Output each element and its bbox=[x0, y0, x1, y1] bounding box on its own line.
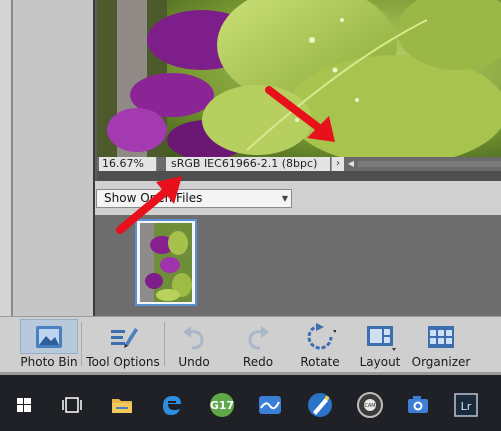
folder-icon bbox=[112, 399, 132, 413]
side-panel bbox=[13, 0, 93, 316]
organizer-label: Organizer bbox=[411, 355, 471, 369]
photo-bin-label: Photo Bin bbox=[20, 355, 78, 369]
toolbar-separator bbox=[164, 322, 165, 366]
tool-options-label: Tool Options bbox=[86, 355, 160, 369]
cam-app-button[interactable]: CAM bbox=[350, 385, 390, 425]
pen-app-button[interactable] bbox=[300, 385, 340, 425]
dropdown-arrow-icon[interactable]: ▼ bbox=[278, 189, 292, 208]
cam-icon: CAM bbox=[357, 392, 383, 418]
undo-label: Undo bbox=[178, 355, 210, 369]
scroll-left-arrow[interactable]: ◀ bbox=[346, 157, 356, 171]
tool-options-icon bbox=[111, 328, 138, 348]
camera-icon bbox=[408, 396, 428, 413]
rotate-button[interactable]: Rotate bbox=[292, 316, 348, 374]
photo-bin-button[interactable]: Photo Bin bbox=[18, 316, 80, 374]
lightroom-button[interactable]: Lr bbox=[446, 385, 486, 425]
task-view-icon bbox=[62, 397, 82, 413]
g17-icon: G17 bbox=[210, 393, 234, 417]
status-info-menu-button[interactable]: › bbox=[331, 157, 344, 171]
annotation-arrow-icon bbox=[265, 86, 335, 142]
horizontal-scrollbar[interactable] bbox=[358, 161, 501, 167]
undo-icon bbox=[183, 326, 204, 350]
rotate-icon bbox=[307, 323, 336, 350]
camera-app-button[interactable] bbox=[398, 385, 438, 425]
organizer-icon bbox=[428, 326, 454, 348]
redo-button[interactable]: Redo bbox=[230, 316, 286, 374]
redo-label: Redo bbox=[242, 355, 274, 369]
undo-button[interactable]: Undo bbox=[166, 316, 222, 374]
wave-icon bbox=[259, 396, 281, 414]
lightroom-text: Lr bbox=[461, 400, 472, 413]
g17-app-button[interactable]: G17 bbox=[202, 385, 242, 425]
annotation-arrow-icon bbox=[116, 176, 182, 234]
photo-bin-icon bbox=[36, 326, 62, 348]
task-view-button[interactable] bbox=[52, 385, 92, 425]
cam-text: CAM bbox=[364, 403, 375, 409]
toolbar-separator bbox=[81, 322, 82, 366]
g17-text: G17 bbox=[210, 399, 234, 412]
layout-icon bbox=[367, 326, 396, 351]
rotate-label: Rotate bbox=[300, 355, 340, 369]
lightroom-icon: Lr bbox=[454, 393, 478, 417]
layout-button[interactable]: Layout bbox=[352, 316, 408, 374]
edge-icon bbox=[163, 396, 181, 415]
redo-icon bbox=[248, 326, 269, 350]
wave-app-button[interactable] bbox=[250, 385, 290, 425]
edge-button[interactable] bbox=[152, 385, 192, 425]
tool-options-button[interactable]: Tool Options bbox=[84, 316, 162, 374]
windows-logo-icon bbox=[17, 398, 31, 412]
organizer-button[interactable]: Organizer bbox=[410, 316, 472, 374]
pen-icon bbox=[308, 393, 332, 417]
file-explorer-button[interactable] bbox=[102, 385, 142, 425]
start-button[interactable] bbox=[4, 385, 44, 425]
left-panel-strip bbox=[0, 0, 11, 316]
layout-label: Layout bbox=[359, 355, 401, 369]
